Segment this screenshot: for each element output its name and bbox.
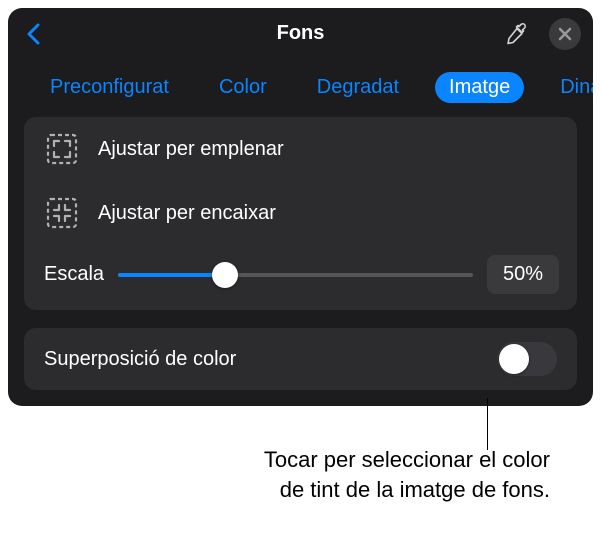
panel-title: Fons	[277, 22, 325, 45]
chevron-left-icon	[26, 23, 42, 45]
callout-line2: de tint de la imatge de fons.	[280, 477, 550, 502]
fit-fill-icon	[44, 131, 80, 167]
scale-row: Escala 50%	[24, 245, 577, 310]
tab-preset[interactable]: Preconfigurat	[36, 72, 183, 103]
scale-label: Escala	[44, 263, 104, 286]
callout-line1: Tocar per seleccionar el color	[264, 447, 550, 472]
panel-header: Fons	[8, 8, 593, 58]
scale-slider[interactable]	[118, 261, 473, 289]
close-icon	[558, 27, 572, 41]
fit-contain-option[interactable]: Ajustar per encaixar	[24, 181, 577, 245]
close-button[interactable]	[549, 18, 581, 50]
background-type-tabs: Preconfigurat Color Degradat Imatge Dinà…	[8, 58, 593, 117]
callout-text: Tocar per seleccionar el color de tint d…	[120, 445, 550, 504]
background-settings-panel: Fons Preconfigurat Color Degradat Imatge…	[8, 8, 593, 406]
fit-contain-label: Ajustar per encaixar	[98, 202, 276, 225]
back-button[interactable]	[20, 20, 48, 48]
toggle-knob	[499, 344, 529, 374]
color-overlay-toggle[interactable]	[497, 342, 557, 376]
eyedropper-icon	[505, 22, 529, 46]
color-overlay-label: Superposició de color	[44, 348, 236, 371]
tab-dynamic[interactable]: Dinàmic	[546, 72, 593, 103]
slider-thumb[interactable]	[212, 262, 238, 288]
tab-color[interactable]: Color	[205, 72, 281, 103]
fit-fill-label: Ajustar per emplenar	[98, 138, 284, 161]
eyedropper-button[interactable]	[503, 20, 531, 48]
color-overlay-row: Superposició de color	[24, 328, 577, 390]
image-options-group: Ajustar per emplenar Ajustar per encaixa…	[24, 117, 577, 310]
scale-value[interactable]: 50%	[487, 255, 559, 294]
tab-image[interactable]: Imatge	[435, 72, 524, 103]
header-actions	[503, 18, 581, 50]
callout-leader-line	[487, 398, 488, 450]
fit-contain-icon	[44, 195, 80, 231]
slider-fill	[118, 273, 224, 277]
fit-fill-option[interactable]: Ajustar per emplenar	[24, 117, 577, 181]
tab-gradient[interactable]: Degradat	[303, 72, 413, 103]
